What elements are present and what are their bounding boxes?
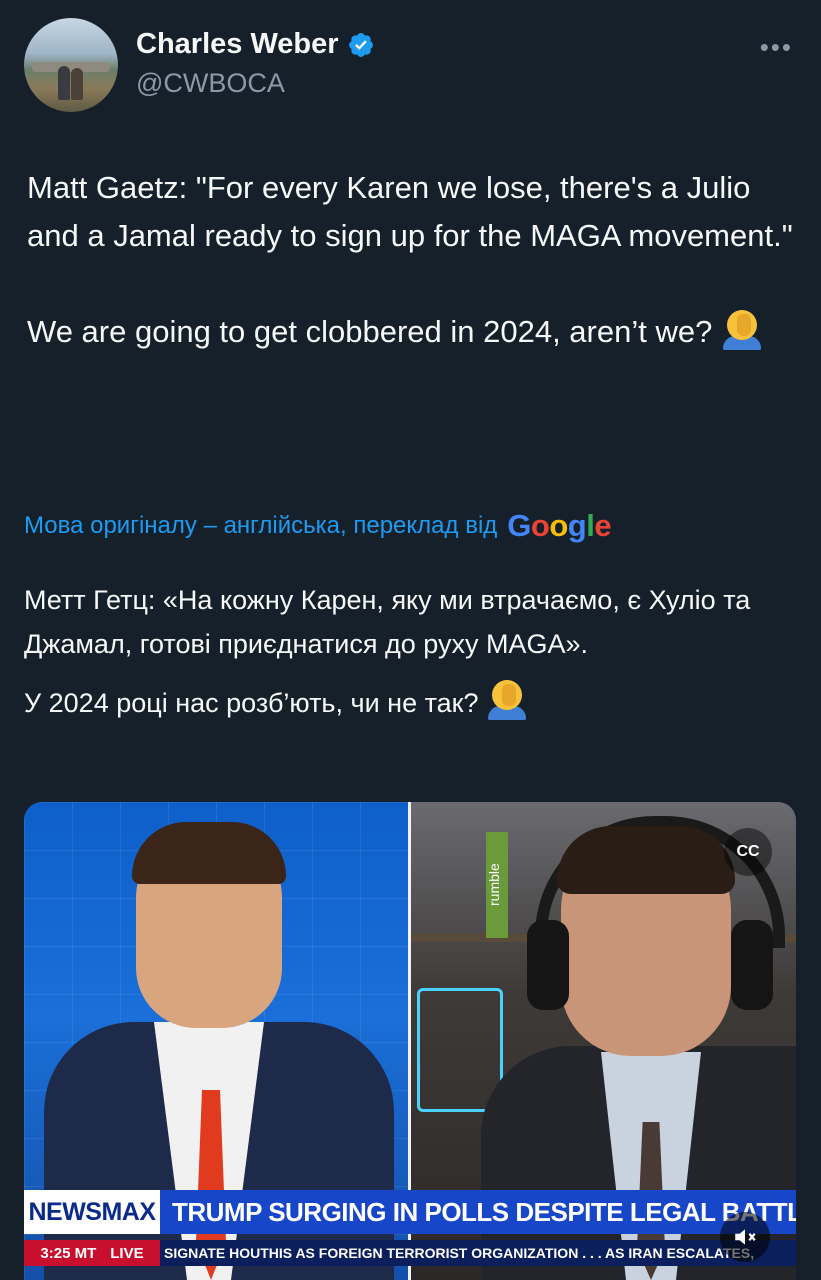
avatar-person (71, 68, 83, 100)
google-logo: Google (507, 508, 612, 543)
network-logo: NEWSMAX (24, 1190, 160, 1234)
translated-body: Метт Гетц: «На кожну Карен, яку ми втрач… (24, 578, 804, 737)
translation-note-text: Мова оригіналу – англійська, переклад ві… (24, 512, 498, 539)
display-name[interactable]: Charles Weber (136, 28, 339, 61)
handle[interactable]: @CWBOCA (136, 68, 285, 99)
verified-badge-icon (348, 32, 373, 57)
chyron-headline: TRUMP SURGING IN POLLS DESPITE LEGAL BAT… (160, 1190, 796, 1234)
translation-note[interactable]: Мова оригіналу – англійська, переклад ві… (24, 508, 612, 544)
speaker-muted-icon[interactable] (720, 1212, 770, 1262)
guest-hair (557, 826, 735, 894)
tweet-paragraph: We are going to get clobbered in 2024, a… (27, 314, 713, 349)
chyron-live: LIVE (110, 1244, 144, 1262)
chyron-clock: 3:25 MT (40, 1244, 97, 1262)
avatar[interactable] (24, 18, 118, 112)
translated-paragraph: У 2024 році нас розб’ють, чи не так? (24, 688, 479, 718)
news-chyron: NEWSMAX TRUMP SURGING IN POLLS DESPITE L… (24, 1190, 796, 1280)
captions-icon[interactable]: CC (724, 828, 772, 876)
facepalm-emoji-icon (486, 678, 528, 720)
host-hair (132, 822, 286, 884)
neon-sign (417, 988, 503, 1112)
chyron-ticker: SIGNATE HOUTHIS AS FOREIGN TERRORIST ORG… (160, 1240, 796, 1266)
facepalm-emoji-icon (721, 308, 763, 350)
video-player[interactable]: rumble CC NEWSMAX TRUMP SURGING IN POLLS… (24, 802, 796, 1280)
chyron-time: 3:25 MT LIVE (24, 1240, 160, 1266)
tweet-header: Charles Weber @CWBOCA ••• (24, 18, 797, 114)
translated-paragraph-wrap: У 2024 році нас розб’ють, чи не так? (24, 678, 804, 725)
translated-paragraph: Метт Гетц: «На кожну Карен, яку ми втрач… (24, 585, 751, 659)
tweet-body: Matt Gaetz: "For every Karen we lose, th… (27, 164, 797, 356)
name-row: Charles Weber (136, 28, 375, 61)
speaker-muted-glyph (735, 1229, 756, 1245)
rumble-sign: rumble (486, 832, 508, 938)
tweet-paragraph: Matt Gaetz: "For every Karen we lose, th… (27, 170, 793, 253)
more-horizontal-icon[interactable]: ••• (760, 32, 793, 63)
avatar-person (58, 66, 70, 100)
